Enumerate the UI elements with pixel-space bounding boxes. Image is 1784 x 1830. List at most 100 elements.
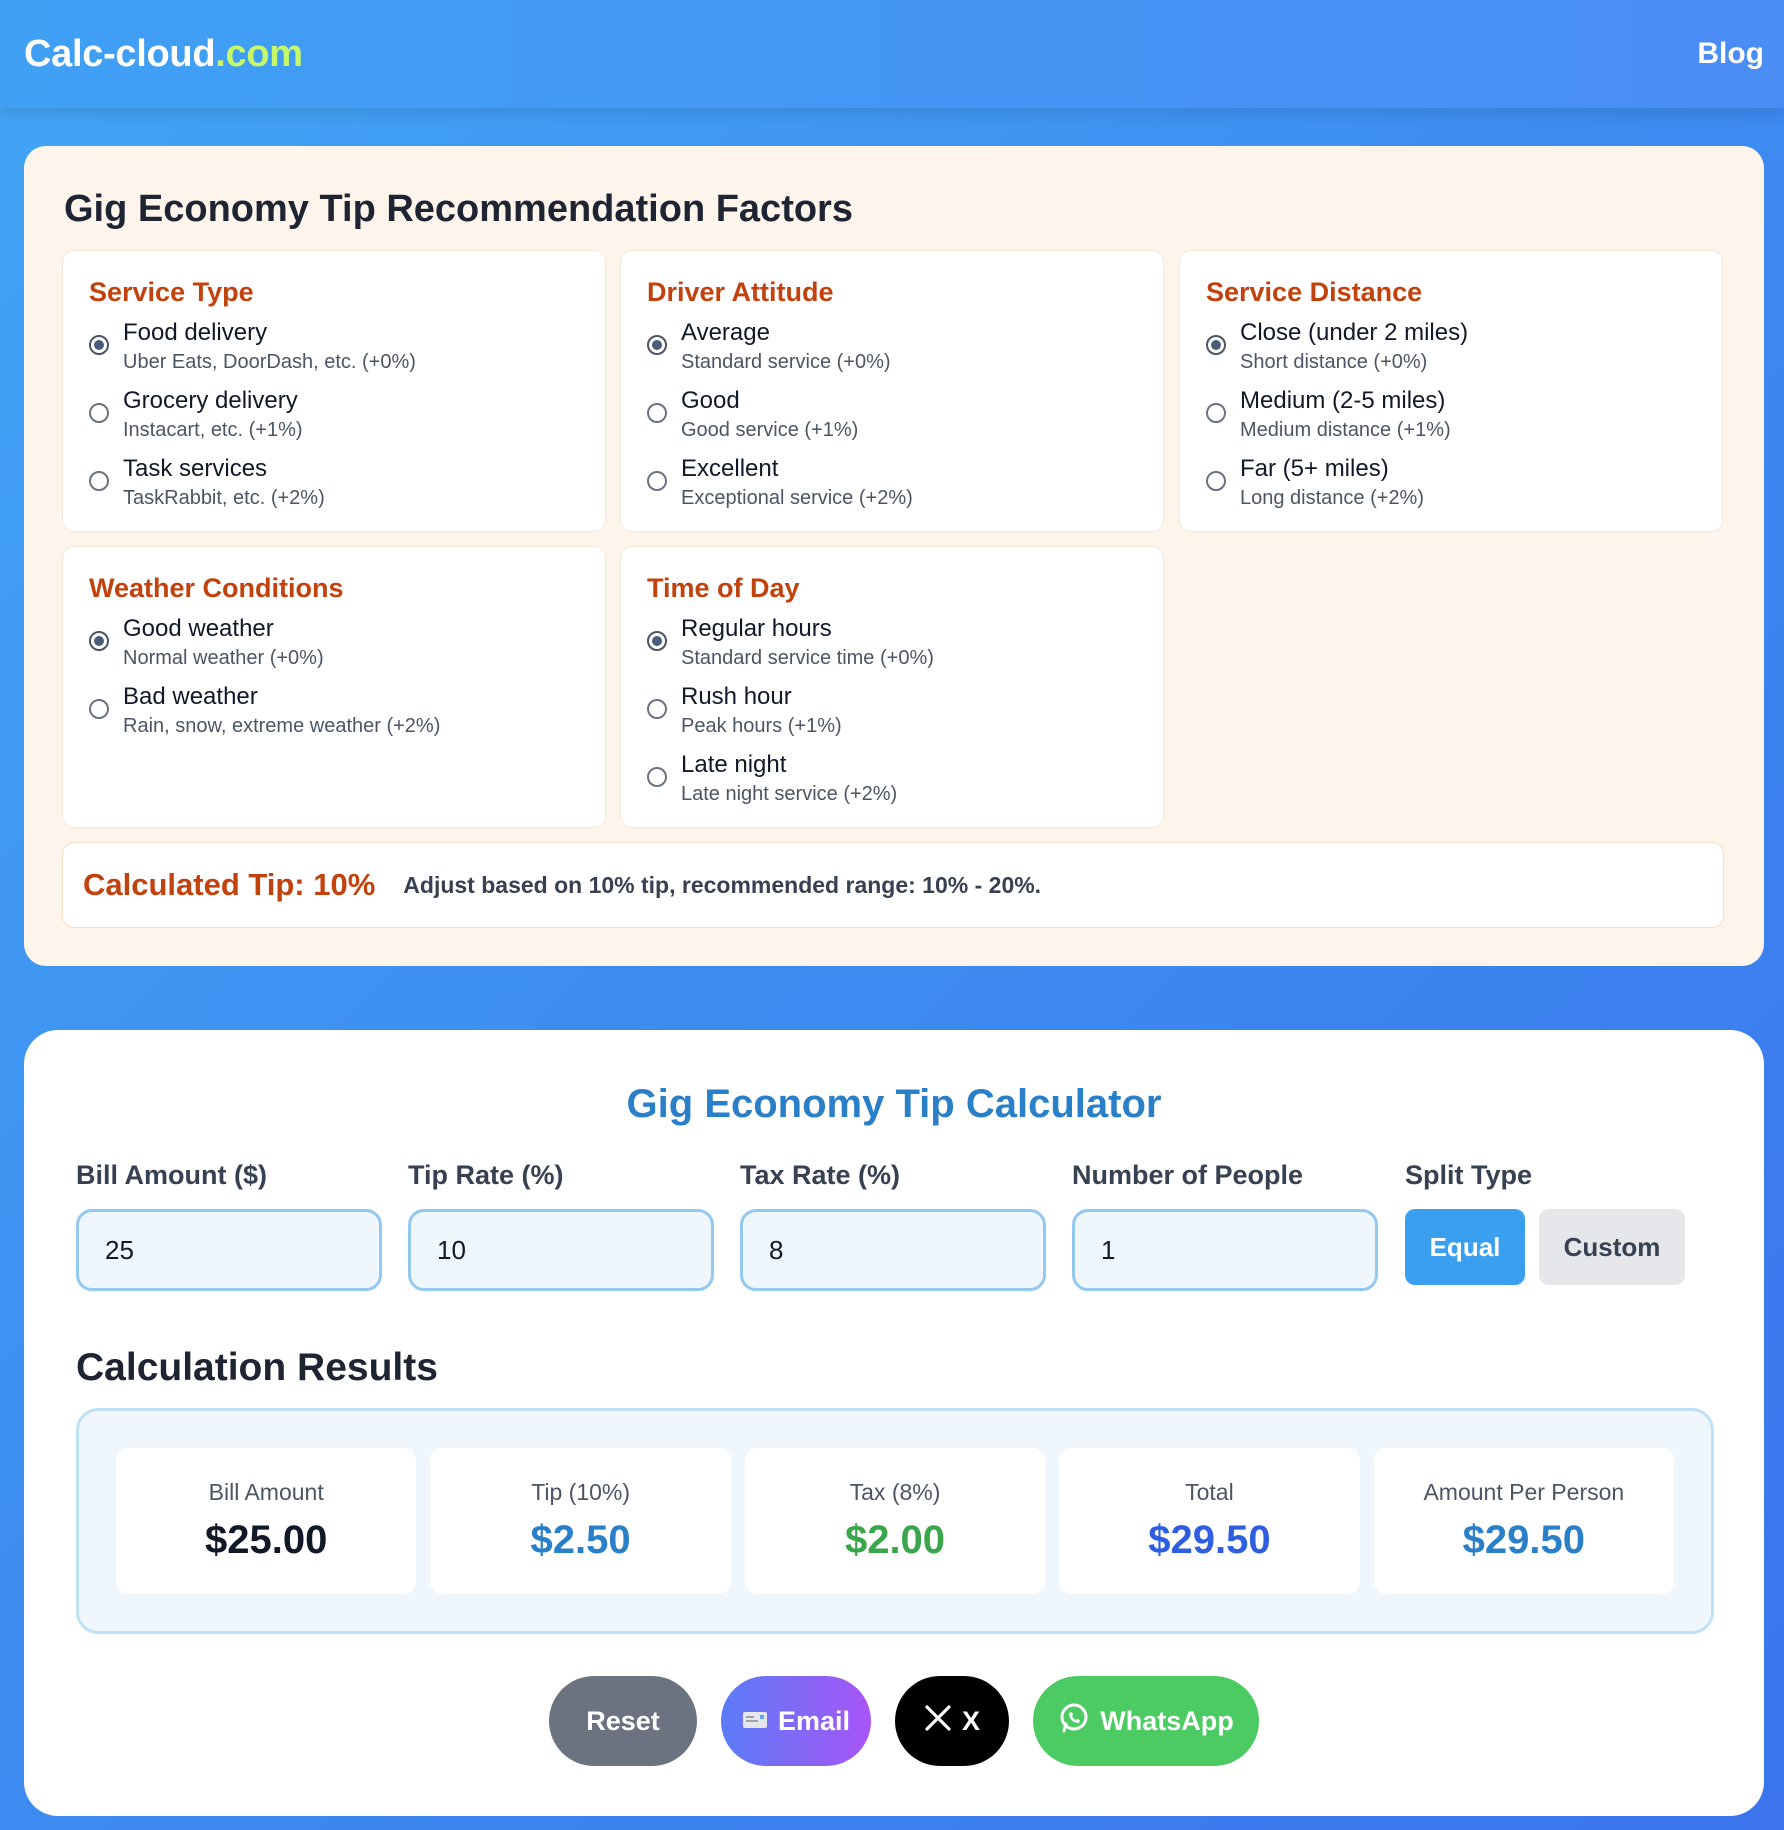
x-logo-icon [924, 1704, 952, 1739]
people-field: Number of People [1072, 1160, 1378, 1291]
result-card: Total $29.50 [1059, 1448, 1360, 1594]
option-label: Late night [681, 751, 787, 778]
factor-option[interactable]: Good weather Normal weather (+0%) [89, 614, 579, 672]
option-label: Average [681, 319, 770, 346]
result-value: $29.50 [1148, 1518, 1271, 1562]
email-icon [742, 1706, 768, 1737]
whatsapp-icon [1058, 1702, 1090, 1741]
factor-option[interactable]: Good Good service (+1%) [647, 386, 1137, 444]
email-button[interactable]: Email [721, 1676, 871, 1766]
action-buttons: Reset Email X WhatsApp [24, 1676, 1764, 1766]
tax-rate-input[interactable] [740, 1209, 1046, 1291]
option-description: Uber Eats, DoorDash, etc. (+0%) [123, 351, 416, 373]
radio-selected[interactable] [89, 631, 109, 651]
share-x-button[interactable]: X [895, 1676, 1009, 1766]
tip-rate-input[interactable] [408, 1209, 714, 1291]
option-description: Short distance (+0%) [1240, 351, 1428, 373]
split-custom-button[interactable]: Custom [1539, 1209, 1685, 1285]
factor-option[interactable]: Grocery delivery Instacart, etc. (+1%) [89, 386, 579, 444]
option-description: Normal weather (+0%) [123, 647, 324, 669]
option-description: Exceptional service (+2%) [681, 487, 913, 509]
tax-rate-label: Tax Rate (%) [740, 1160, 901, 1190]
split-equal-button[interactable]: Equal [1405, 1209, 1525, 1285]
top-navbar: Calc-cloud.com Blog [0, 0, 1784, 108]
option-label: Task services [123, 455, 268, 482]
calculated-tip: Calculated Tip: 10% [83, 867, 376, 902]
factor-option[interactable]: Late night Late night service (+2%) [647, 750, 1137, 808]
option-label: Excellent [681, 455, 779, 482]
option-label: Far (5+ miles) [1240, 455, 1389, 482]
result-label: Bill Amount [208, 1479, 324, 1505]
reset-button[interactable]: Reset [549, 1676, 697, 1766]
result-label: Total [1185, 1479, 1234, 1505]
radio-unselected[interactable] [89, 699, 109, 719]
option-label: Grocery delivery [123, 387, 298, 414]
nav-blog-link[interactable]: Blog [1697, 37, 1764, 71]
radio-unselected[interactable] [647, 471, 667, 491]
split-type-field: Split Type Equal Custom [1405, 1160, 1685, 1285]
option-description: Standard service time (+0%) [681, 647, 934, 669]
radio-unselected[interactable] [647, 699, 667, 719]
factors-title: Gig Economy Tip Recommendation Factors [64, 188, 853, 230]
factor-option[interactable]: Average Standard service (+0%) [647, 318, 1137, 376]
factor-option[interactable]: Excellent Exceptional service (+2%) [647, 454, 1137, 512]
result-card: Bill Amount $25.00 [116, 1448, 417, 1594]
option-label: Regular hours [681, 615, 832, 642]
radio-unselected[interactable] [647, 403, 667, 423]
radio-unselected[interactable] [1206, 471, 1226, 491]
factor-option[interactable]: Regular hours Standard service time (+0%) [647, 614, 1137, 672]
factor-group-title: Service Type [89, 277, 254, 307]
radio-selected[interactable] [89, 335, 109, 355]
result-value: $25.00 [205, 1518, 328, 1562]
results-panel: Bill Amount $25.00 Tip (10%) $2.50 Tax (8%) $… [76, 1408, 1714, 1634]
result-label: Tax (8%) [849, 1479, 941, 1505]
factor-option[interactable]: Close (under 2 miles) Short distance (+0%… [1206, 318, 1696, 376]
option-description: Long distance (+2%) [1240, 487, 1425, 509]
result-value: $2.50 [530, 1518, 631, 1562]
tip-factors-panel: Gig Economy Tip Recommendation Factors S… [24, 146, 1764, 966]
factor-card-service-type: Service Type Food delivery Uber Eats, Door… [62, 250, 606, 532]
option-label: Good weather [123, 615, 274, 642]
option-description: Rain, snow, extreme weather (+2%) [123, 715, 441, 737]
factor-option[interactable]: Medium (2-5 miles) Medium distance (+1%) [1206, 386, 1696, 444]
result-value: $2.00 [844, 1518, 946, 1562]
people-input[interactable] [1072, 1209, 1378, 1291]
radio-selected[interactable] [647, 631, 667, 651]
option-description: Medium distance (+1%) [1240, 419, 1451, 441]
radio-selected[interactable] [647, 335, 667, 355]
factor-card-service-distance: Service Distance Close (under 2 miles) Sho… [1179, 250, 1723, 532]
bill-amount-input[interactable] [76, 1209, 382, 1291]
tip-rate-label: Tip Rate (%) [408, 1160, 564, 1190]
factor-option[interactable]: Rush hour Peak hours (+1%) [647, 682, 1137, 740]
radio-unselected[interactable] [89, 403, 109, 423]
calculated-tip-box: Calculated Tip: 10% Adjust based on 10% … [62, 842, 1724, 928]
tip-calculator-panel: Gig Economy Tip Calculator Bill Amount (… [24, 1030, 1764, 1816]
factor-option[interactable]: Bad weather Rain, snow, extreme weather (… [89, 682, 579, 740]
factor-group-title: Service Distance [1206, 277, 1423, 307]
option-description: Instacart, etc. (+1%) [123, 419, 303, 441]
factor-option[interactable]: Food delivery Uber Eats, DoorDash, etc. (… [89, 318, 579, 376]
split-type-label: Split Type [1405, 1160, 1533, 1190]
option-description: TaskRabbit, etc. (+2%) [123, 487, 325, 509]
tip-advice: Adjust based on 10% tip, recommended ran… [403, 871, 1042, 898]
share-whatsapp-button[interactable]: WhatsApp [1033, 1676, 1259, 1766]
result-label: Amount Per Person [1423, 1479, 1625, 1505]
radio-unselected[interactable] [647, 767, 667, 787]
factor-option[interactable]: Task services TaskRabbit, etc. (+2%) [89, 454, 579, 512]
radio-unselected[interactable] [89, 471, 109, 491]
option-description: Good service (+1%) [681, 419, 859, 441]
option-label: Food delivery [123, 319, 268, 346]
factor-group-title: Driver Attitude [647, 277, 834, 307]
factor-option[interactable]: Far (5+ miles) Long distance (+2%) [1206, 454, 1696, 512]
bill-amount-field: Bill Amount ($) [76, 1160, 382, 1291]
site-logo[interactable]: Calc-cloud.com [24, 33, 303, 76]
radio-selected[interactable] [1206, 335, 1226, 355]
calculator-title: Gig Economy Tip Calculator [626, 1082, 1162, 1126]
people-label: Number of People [1072, 1160, 1304, 1190]
tax-rate-field: Tax Rate (%) [740, 1160, 1046, 1291]
radio-unselected[interactable] [1206, 403, 1226, 423]
option-label: Close (under 2 miles) [1240, 319, 1469, 346]
result-card: Tip (10%) $2.50 [430, 1448, 731, 1594]
result-value: $29.50 [1462, 1518, 1585, 1562]
factor-card-time-of-day: Time of Day Regular hours Standard service… [620, 546, 1164, 828]
